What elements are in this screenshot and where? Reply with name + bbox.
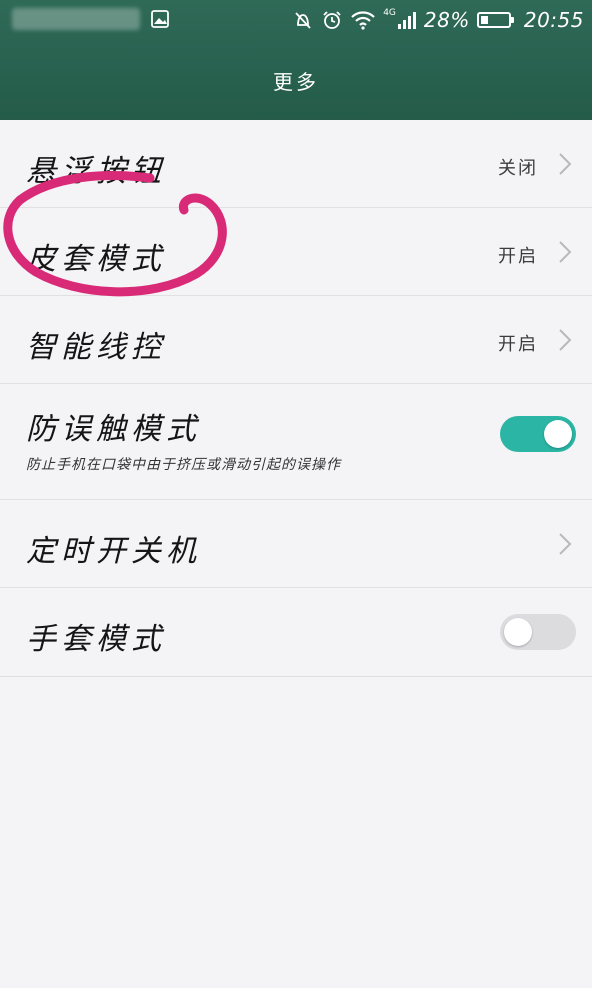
gallery-icon bbox=[151, 10, 169, 28]
row-title: 防误触模式 bbox=[26, 412, 201, 447]
clock: 20:55 bbox=[523, 8, 584, 32]
chevron-right-icon bbox=[559, 533, 572, 555]
battery-percent: 28% bbox=[423, 8, 470, 32]
settings-row-glove-mode[interactable]: 手套模式 bbox=[0, 588, 592, 676]
toggle-knob bbox=[544, 420, 572, 448]
signal-icon bbox=[397, 12, 416, 29]
row-title: 手套模式 bbox=[26, 622, 166, 657]
row-title: 皮套模式 bbox=[26, 242, 166, 277]
settings-row-scheduled-power[interactable]: 定时开关机 bbox=[0, 500, 592, 588]
alarm-icon bbox=[323, 11, 341, 29]
settings-list: 悬浮按钮 关闭 皮套模式 开启 智能线控 开启 防误触模式 防止手机在口袋中由于… bbox=[0, 120, 592, 677]
glove-mode-toggle[interactable] bbox=[500, 614, 576, 650]
app-header: 4G 28% 20:55 更多 bbox=[0, 0, 592, 120]
network-type-label: 4G bbox=[383, 8, 396, 18]
row-title: 定时开关机 bbox=[26, 534, 201, 569]
notification-area bbox=[12, 8, 140, 30]
chevron-right-icon bbox=[559, 153, 572, 175]
settings-row-case-mode[interactable]: 皮套模式 开启 bbox=[0, 208, 592, 296]
row-subtitle: 防止手机在口袋中由于挤压或滑动引起的误操作 bbox=[26, 457, 341, 473]
status-icons: 4G 28% 20:55 bbox=[292, 6, 584, 34]
anti-mistouch-toggle[interactable] bbox=[500, 416, 576, 452]
row-value: 开启 bbox=[498, 246, 538, 267]
battery-icon bbox=[476, 12, 514, 28]
row-title: 悬浮按钮 bbox=[26, 154, 166, 189]
status-bar: 4G 28% 20:55 bbox=[0, 0, 592, 40]
settings-row-floating-button[interactable]: 悬浮按钮 关闭 bbox=[0, 120, 592, 208]
row-value: 开启 bbox=[498, 334, 538, 355]
battery-fill bbox=[480, 16, 489, 24]
toggle-knob bbox=[504, 618, 532, 646]
chevron-right-icon bbox=[559, 241, 572, 263]
page-title: 更多 bbox=[273, 70, 319, 94]
settings-row-smart-wire-control[interactable]: 智能线控 开启 bbox=[0, 296, 592, 384]
row-value: 关闭 bbox=[498, 158, 538, 179]
alarm-off-icon bbox=[295, 12, 311, 29]
settings-row-anti-mistouch[interactable]: 防误触模式 防止手机在口袋中由于挤压或滑动引起的误操作 bbox=[0, 384, 592, 500]
wifi-icon bbox=[351, 11, 375, 30]
chevron-right-icon bbox=[559, 329, 572, 351]
row-title: 智能线控 bbox=[26, 330, 166, 365]
